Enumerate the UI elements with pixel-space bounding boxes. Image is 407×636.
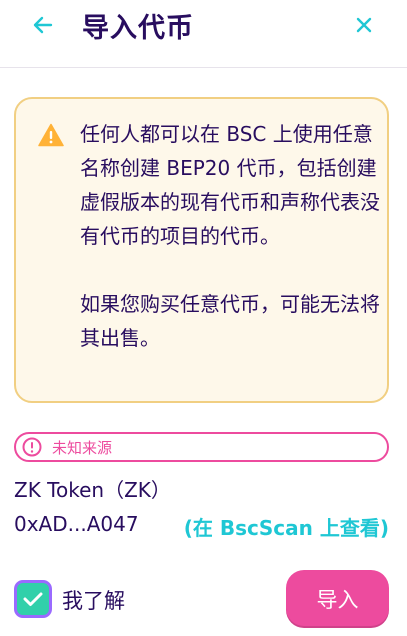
view-on-bscscan-link[interactable]: (在 BscScan 上查看)	[184, 512, 389, 541]
alert-circle-icon	[22, 437, 42, 457]
token-name: ZK Token（ZK）	[14, 478, 171, 502]
acknowledge-checkbox[interactable]	[14, 580, 52, 618]
warning-text: 任何人都可以在 BSC 上使用任意名称创建 BEP20 代币，包括创建虚假版本的…	[80, 117, 380, 355]
warning-paragraph-2: 如果您购买任意代币，可能无法将其出售。	[80, 292, 380, 350]
unknown-source-badge: 未知来源	[14, 432, 389, 462]
acknowledge-label[interactable]: 我了解	[62, 585, 125, 615]
back-button[interactable]	[26, 8, 60, 42]
modal-header: 导入代币	[0, 0, 407, 68]
page-title: 导入代币	[82, 13, 194, 44]
checkmark-icon	[23, 592, 43, 606]
arrow-left-icon	[33, 16, 53, 34]
warning-box: 任何人都可以在 BSC 上使用任意名称创建 BEP20 代币，包括创建虚假版本的…	[14, 97, 389, 403]
warning-paragraph-1: 任何人都可以在 BSC 上使用任意名称创建 BEP20 代币，包括创建虚假版本的…	[80, 122, 380, 248]
close-button[interactable]	[347, 8, 381, 42]
token-address: 0xAD...A047	[14, 512, 139, 536]
warning-triangle-icon	[38, 123, 64, 147]
badge-label: 未知来源	[52, 438, 113, 457]
close-icon	[356, 17, 372, 33]
import-button[interactable]: 导入	[286, 570, 389, 628]
